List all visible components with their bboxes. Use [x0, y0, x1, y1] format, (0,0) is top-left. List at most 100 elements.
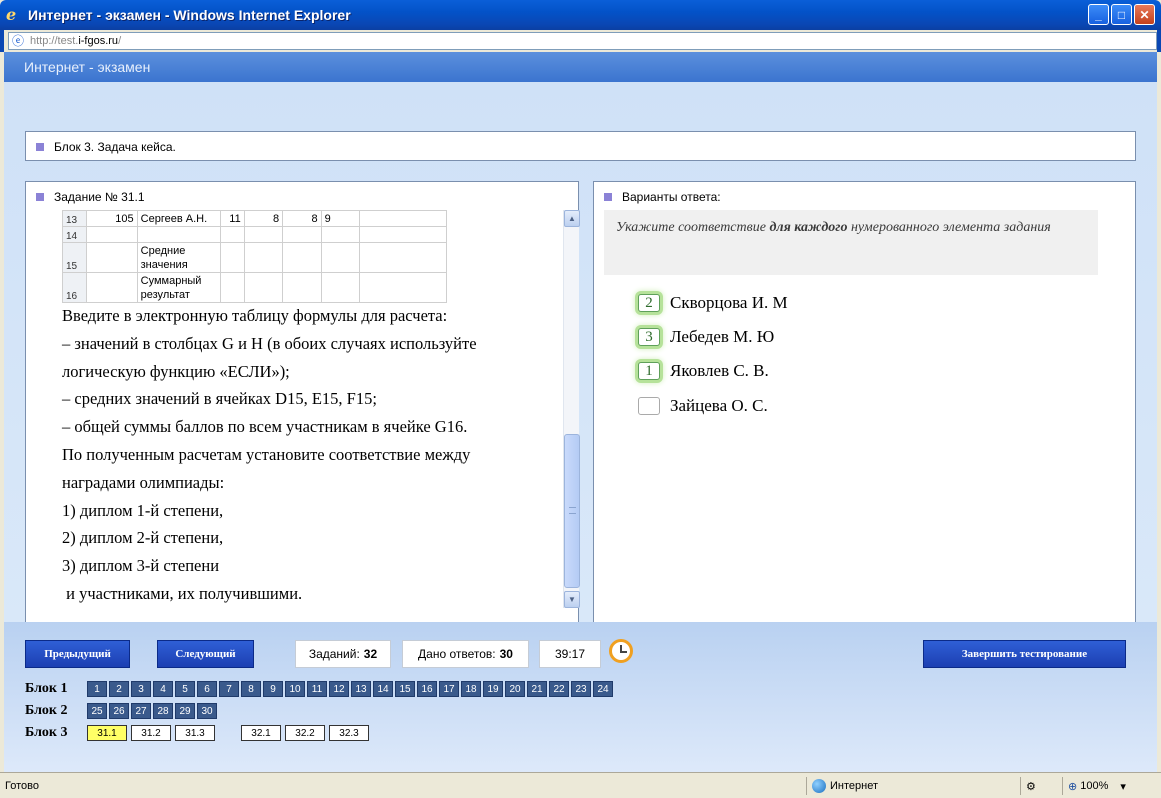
question-link[interactable]: 23 — [571, 681, 591, 697]
question-link[interactable]: 15 — [395, 681, 415, 697]
block-3-row: Блок 3 31.1 31.2 31.3 32.1 32.2 32.3 — [25, 725, 373, 741]
sheet-row: 15 Средние значения — [61, 242, 447, 273]
question-link[interactable]: 4 — [153, 681, 173, 697]
question-link[interactable]: 17 — [439, 681, 459, 697]
scroll-thumb[interactable] — [564, 434, 580, 588]
task-line: По полученным расчетам установите соотве… — [62, 444, 471, 464]
url-domain: i-fgos.ru — [78, 35, 119, 47]
question-link[interactable]: 5 — [175, 681, 195, 697]
close-button[interactable]: ✕ — [1134, 4, 1155, 25]
zoom-level: 100% — [1080, 780, 1109, 792]
answer-label: Зайцева О. С. — [670, 396, 768, 415]
question-link[interactable]: 9 — [263, 681, 283, 697]
question-link[interactable]: 32.3 — [329, 725, 369, 741]
bullet-square-icon — [36, 143, 44, 151]
sheet-cell: Средние значения — [136, 242, 222, 273]
window-controls: _ □ ✕ — [1088, 4, 1155, 25]
zoom-control[interactable]: ⊕ 100% ▾ — [1062, 777, 1152, 795]
url-field[interactable]: ⓔ http://test. i-fgos.ru / — [8, 32, 1157, 50]
question-link[interactable]: 29 — [175, 703, 195, 719]
question-link[interactable]: 25 — [87, 703, 107, 719]
sheet-cell — [359, 226, 447, 243]
question-link[interactable]: 22 — [549, 681, 569, 697]
question-link[interactable]: 7 — [219, 681, 239, 697]
question-link[interactable]: 32.1 — [241, 725, 281, 741]
prev-button[interactable]: Предыдущий — [25, 640, 130, 668]
bullet-square-icon — [36, 193, 44, 201]
answered-count-value: 30 — [499, 647, 513, 661]
question-link[interactable]: 11 — [307, 681, 327, 697]
task-line: – значений в столбцах G и H (в обоих слу… — [62, 333, 477, 353]
question-link[interactable]: 12 — [329, 681, 349, 697]
task-line: 3) диплом 3-й степени — [62, 556, 220, 576]
answered-count: Дано ответов: 30 — [402, 640, 529, 668]
app-body: Блок 3. Задача кейса. Задание № 31.1 13 … — [4, 82, 1157, 630]
question-link[interactable]: 20 — [505, 681, 525, 697]
sheet-cell: 105 — [86, 210, 138, 227]
sheet-cell — [359, 210, 447, 227]
question-link[interactable]: 3 — [131, 681, 151, 697]
block-title: Блок 3. Задача кейса. — [54, 140, 176, 154]
task-title: Задание № 31.1 — [54, 190, 145, 204]
timer: 39:17 — [539, 640, 601, 668]
question-link[interactable]: 30 — [197, 703, 217, 719]
tasks-count-label: Заданий: — [308, 647, 360, 661]
sheet-cell — [86, 226, 138, 243]
sheet-cell — [320, 242, 361, 273]
sheet-cell — [359, 272, 447, 303]
status-text: Готово — [5, 780, 39, 792]
question-link[interactable]: 1 — [87, 681, 107, 697]
question-link[interactable]: 27 — [131, 703, 151, 719]
task-scroll-area[interactable]: 13 105 Сергеев А.Н. 11 8 8 9 14 15 Средн… — [27, 210, 562, 608]
spreadsheet-table: 13 105 Сергеев А.Н. 11 8 8 9 14 15 Средн… — [61, 210, 447, 303]
task-scrollbar[interactable]: ▲ ▼ — [563, 210, 580, 608]
question-link[interactable]: 21 — [527, 681, 547, 697]
answer-input[interactable]: 1 — [638, 362, 660, 380]
sheet-cell — [243, 226, 284, 243]
question-link[interactable]: 18 — [461, 681, 481, 697]
status-bar: Готово Интернет ⚙ ⊕ 100% ▾ — [0, 772, 1161, 798]
page-content: Интернет - экзамен Блок 3. Задача кейса.… — [4, 52, 1157, 772]
sheet-cell — [86, 242, 138, 273]
question-link[interactable]: 2 — [109, 681, 129, 697]
tasks-count-value: 32 — [363, 647, 378, 661]
sheet-cell — [320, 272, 361, 303]
alarm-clock-icon — [609, 639, 633, 663]
question-link-current[interactable]: 31.1 — [87, 725, 127, 741]
answer-instruction: Укажите соответствие для каждого нумеров… — [604, 210, 1098, 275]
task-line: Введите в электронную таблицу формулы дл… — [62, 306, 448, 325]
test-footer: Предыдущий Следующий Заданий: 32 Дано отв… — [4, 622, 1157, 772]
question-link[interactable]: 31.2 — [131, 725, 171, 741]
answer-input[interactable]: 2 — [638, 294, 660, 312]
next-button[interactable]: Следующий — [157, 640, 254, 668]
question-link[interactable]: 16 — [417, 681, 437, 697]
question-link[interactable]: 31.3 — [175, 725, 215, 741]
question-link[interactable]: 32.2 — [285, 725, 325, 741]
scroll-down-button[interactable]: ▼ — [564, 591, 580, 608]
question-link[interactable]: 24 — [593, 681, 613, 697]
instruction-text: нумерованного элемента задания — [847, 220, 1051, 235]
spreadsheet-image: 13 105 Сергеев А.Н. 11 8 8 9 14 15 Средн… — [27, 210, 447, 303]
protected-mode[interactable]: ⚙ — [1020, 777, 1060, 795]
maximize-button[interactable]: □ — [1111, 4, 1132, 25]
question-link[interactable]: 10 — [285, 681, 305, 697]
scroll-up-button[interactable]: ▲ — [564, 210, 580, 227]
question-link[interactable]: 8 — [241, 681, 261, 697]
question-link[interactable]: 6 — [197, 681, 217, 697]
task-line: и участниками, их получившими. — [62, 583, 303, 603]
question-link[interactable]: 28 — [153, 703, 173, 719]
answer-input[interactable] — [638, 397, 660, 415]
instruction-bold: для каждого — [769, 220, 848, 235]
answer-input[interactable]: 3 — [638, 328, 660, 346]
finish-test-button[interactable]: Завершить тестирование — [923, 640, 1126, 668]
minimize-button[interactable]: _ — [1088, 4, 1109, 25]
magnifier-icon: ⊕ — [1068, 780, 1078, 793]
task-line: 1) диплом 1-й степени, — [62, 500, 224, 520]
question-link[interactable]: 14 — [373, 681, 393, 697]
sheet-cell: 8 — [243, 210, 284, 227]
answers-panel: Варианты ответа: Укажите соответствие дл… — [593, 181, 1136, 630]
answer-option: 3 Лебедев М. Ю — [638, 327, 774, 347]
question-link[interactable]: 13 — [351, 681, 371, 697]
question-link[interactable]: 19 — [483, 681, 503, 697]
question-link[interactable]: 26 — [109, 703, 129, 719]
